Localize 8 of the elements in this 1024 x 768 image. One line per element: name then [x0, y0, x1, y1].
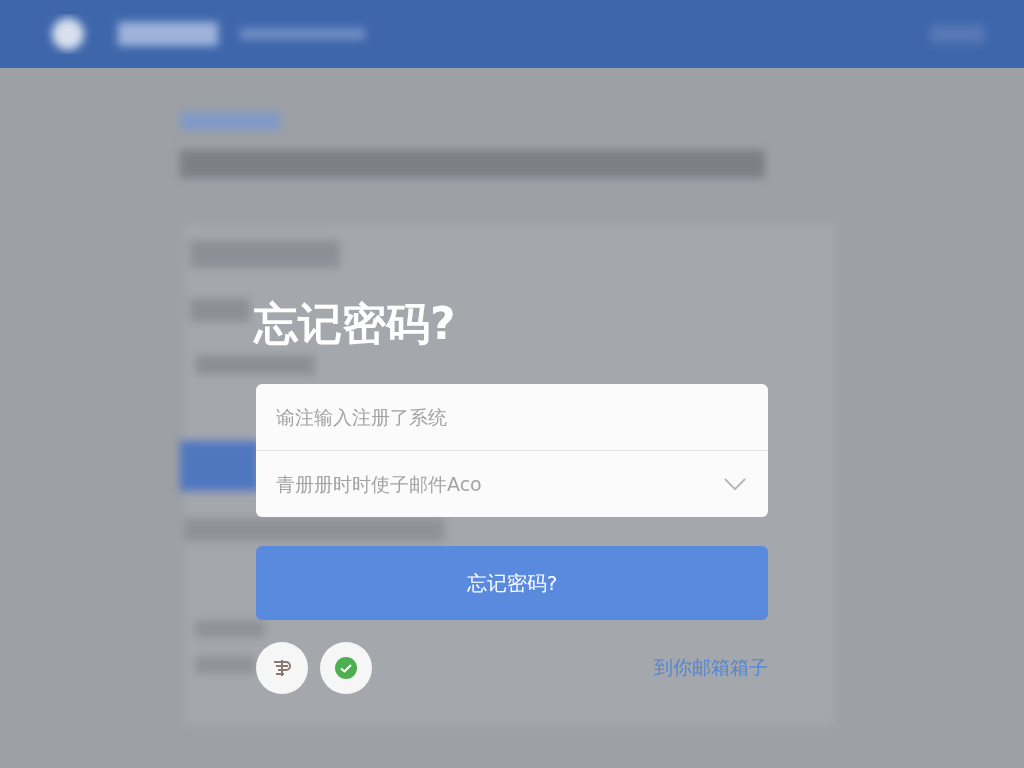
- submit-button[interactable]: 忘记密码?: [256, 546, 768, 620]
- check-icon: [334, 656, 358, 680]
- dialog-title: 忘记密码?: [254, 297, 457, 351]
- email-dropdown[interactable]: 青册册时时使子邮件Aco: [276, 473, 724, 495]
- blurred-label: [195, 656, 255, 674]
- chevron-down-icon[interactable]: [724, 477, 746, 491]
- input-field[interactable]: 谕注输入注册了系统: [276, 406, 748, 428]
- blurred-label: [195, 620, 265, 638]
